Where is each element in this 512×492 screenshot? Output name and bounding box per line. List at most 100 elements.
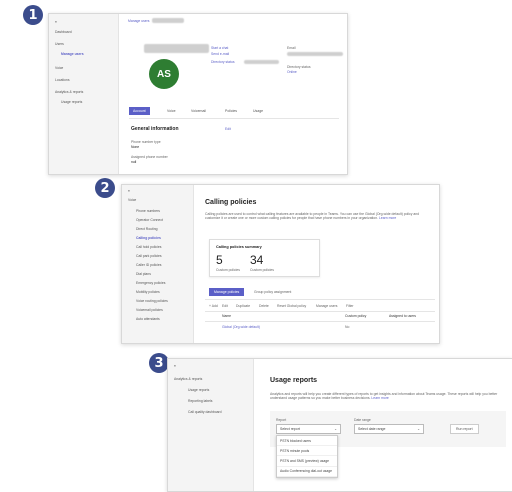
- table-row-custom: No: [345, 325, 350, 329]
- directory-status-link[interactable]: Directory status: [211, 60, 235, 64]
- nav-call-park-policies[interactable]: Call park policies: [136, 254, 162, 258]
- user-tabs: Account Voice Voicemail Policies Usage: [129, 107, 339, 117]
- filter-button[interactable]: Filter: [346, 304, 354, 308]
- usage-reports-screenshot: ≡ Analytics & reports Usage reports Repo…: [167, 358, 512, 492]
- sidebar: ≡ Voice Phone numbers Operator Connect D…: [122, 185, 194, 343]
- manage-users-button[interactable]: Manage users: [316, 304, 338, 308]
- duplicate-button[interactable]: Duplicate: [236, 304, 250, 308]
- reset-global-button[interactable]: Reset Global policy: [277, 304, 306, 308]
- stat-label: Custom policies: [216, 268, 240, 272]
- tab-voicemail[interactable]: Voicemail: [187, 107, 210, 115]
- report-label: Report: [276, 418, 287, 422]
- page-description: Calling policies are used to control wha…: [205, 212, 420, 221]
- nav-call-quality[interactable]: Call quality dashboard: [188, 410, 222, 414]
- learn-more-link[interactable]: Learn more: [379, 216, 396, 220]
- tab-account[interactable]: Account: [129, 107, 150, 115]
- nav-voice[interactable]: Voice: [128, 198, 136, 202]
- stat-label: Custom policies: [250, 268, 274, 272]
- nav-emergency-policies[interactable]: Emergency policies: [136, 281, 165, 285]
- dropdown-option[interactable]: PSTN minute pools: [277, 446, 337, 457]
- delete-button[interactable]: Delete: [259, 304, 269, 308]
- start-chat-link[interactable]: Start a chat: [211, 46, 228, 50]
- nav-caller-id-policies[interactable]: Caller ID policies: [136, 263, 161, 267]
- breadcrumb[interactable]: Manage users: [128, 19, 150, 23]
- field-value: null: [131, 160, 137, 164]
- nav-mobility-policies[interactable]: Mobility policies: [136, 290, 160, 294]
- field-label: Assigned phone number: [131, 155, 168, 159]
- directory-status-label: Directory status: [287, 65, 311, 69]
- menu-icon[interactable]: ≡: [174, 364, 176, 368]
- summary-title: Calling policies summary: [216, 245, 262, 249]
- tab-group-policy-assignment[interactable]: Group policy assignment: [254, 290, 291, 294]
- step-1-badge: 1: [23, 5, 43, 25]
- field-value: None: [131, 145, 140, 149]
- dropdown-option[interactable]: PSTN blocked users: [277, 436, 337, 447]
- page-description: Analytics and reports will help you crea…: [270, 392, 498, 401]
- add-button[interactable]: + Add: [209, 304, 218, 308]
- summary-card: Calling policies summary 5 Custom polici…: [209, 239, 320, 277]
- step-2-badge: 2: [95, 178, 115, 198]
- calling-policies-screenshot: ≡ Voice Phone numbers Operator Connect D…: [121, 184, 440, 344]
- stat-value: 34: [250, 253, 264, 267]
- learn-more-link[interactable]: Learn more: [371, 396, 388, 400]
- page-title: Usage reports: [270, 377, 318, 384]
- column-header-name[interactable]: Name: [222, 314, 231, 318]
- nav-auto-attendants[interactable]: Auto attendants: [136, 317, 160, 321]
- report-dropdown-list: PSTN blocked users PSTN minute pools PST…: [276, 435, 338, 478]
- run-report-button[interactable]: Run report: [450, 424, 479, 434]
- tab-usage[interactable]: Usage: [249, 107, 267, 115]
- avatar: AS: [149, 59, 179, 89]
- nav-manage-users[interactable]: Manage users: [61, 52, 84, 56]
- tab-manage-policies[interactable]: Manage policies: [209, 288, 245, 296]
- nav-voicemail-policies[interactable]: Voicemail policies: [136, 308, 163, 312]
- step-3-badge: 3: [149, 353, 169, 373]
- report-select[interactable]: Select report ⌄: [276, 424, 341, 434]
- nav-operator-connect[interactable]: Operator Connect: [136, 218, 163, 222]
- menu-icon[interactable]: ≡: [128, 189, 130, 193]
- sidebar: ≡ Analytics & reports Usage reports Repo…: [168, 359, 254, 491]
- toolbar-divider: [205, 299, 435, 300]
- nav-analytics[interactable]: Analytics & reports: [55, 90, 83, 94]
- dropdown-option[interactable]: Audio Conferencing dial-out usage: [277, 467, 337, 477]
- menu-icon[interactable]: ≡: [55, 20, 57, 24]
- nav-dial-plans[interactable]: Dial plans: [136, 272, 151, 276]
- nav-call-hold-policies[interactable]: Call hold policies: [136, 245, 161, 249]
- nav-analytics[interactable]: Analytics & reports: [174, 377, 202, 381]
- general-info-heading: General information: [131, 126, 179, 132]
- nav-usage-reports[interactable]: Usage reports: [61, 100, 82, 104]
- nav-calling-policies[interactable]: Calling policies: [136, 236, 161, 240]
- column-header-custom[interactable]: Custom policy: [345, 314, 366, 318]
- nav-users[interactable]: Users: [55, 42, 64, 46]
- redacted-status: [244, 60, 279, 64]
- chevron-down-icon: ⌄: [417, 427, 420, 431]
- directory-status-value: Online: [287, 70, 297, 74]
- chevron-down-icon: ⌄: [334, 427, 337, 431]
- header-divider: [205, 311, 435, 312]
- nav-voice-routing-policies[interactable]: Voice routing policies: [136, 299, 168, 303]
- edit-link[interactable]: Edit: [225, 127, 231, 131]
- sidebar: ≡ Dashboard Users Manage users Voice Loc…: [49, 14, 119, 174]
- date-range-label: Date range: [354, 418, 371, 422]
- redacted-display-name: [144, 44, 209, 53]
- redacted-email: [287, 52, 343, 56]
- nav-usage-reports[interactable]: Usage reports: [188, 388, 209, 392]
- send-email-link[interactable]: Send e-mail: [211, 52, 229, 56]
- tabs-divider: [129, 118, 339, 119]
- nav-direct-routing[interactable]: Direct Routing: [136, 227, 157, 231]
- dropdown-option[interactable]: PSTN and SMS (preview) usage: [277, 456, 337, 467]
- column-header-assigned[interactable]: Assigned to users: [389, 314, 416, 318]
- nav-reporting-labels[interactable]: Reporting labels: [188, 399, 213, 403]
- nav-voice[interactable]: Voice: [55, 66, 63, 70]
- nav-locations[interactable]: Locations: [55, 78, 70, 82]
- stat-value: 5: [216, 253, 223, 267]
- nav-dashboard[interactable]: Dashboard: [55, 30, 72, 34]
- table-row-name[interactable]: Global (Org-wide default): [222, 325, 260, 329]
- email-label: Email: [287, 46, 296, 50]
- redacted-name: [152, 18, 184, 23]
- edit-button[interactable]: Edit: [222, 304, 228, 308]
- row-divider: [205, 321, 435, 322]
- tab-policies[interactable]: Policies: [221, 107, 241, 115]
- date-range-select[interactable]: Select date range ⌄: [354, 424, 424, 434]
- nav-phone-numbers[interactable]: Phone numbers: [136, 209, 160, 213]
- tab-voice[interactable]: Voice: [163, 107, 180, 115]
